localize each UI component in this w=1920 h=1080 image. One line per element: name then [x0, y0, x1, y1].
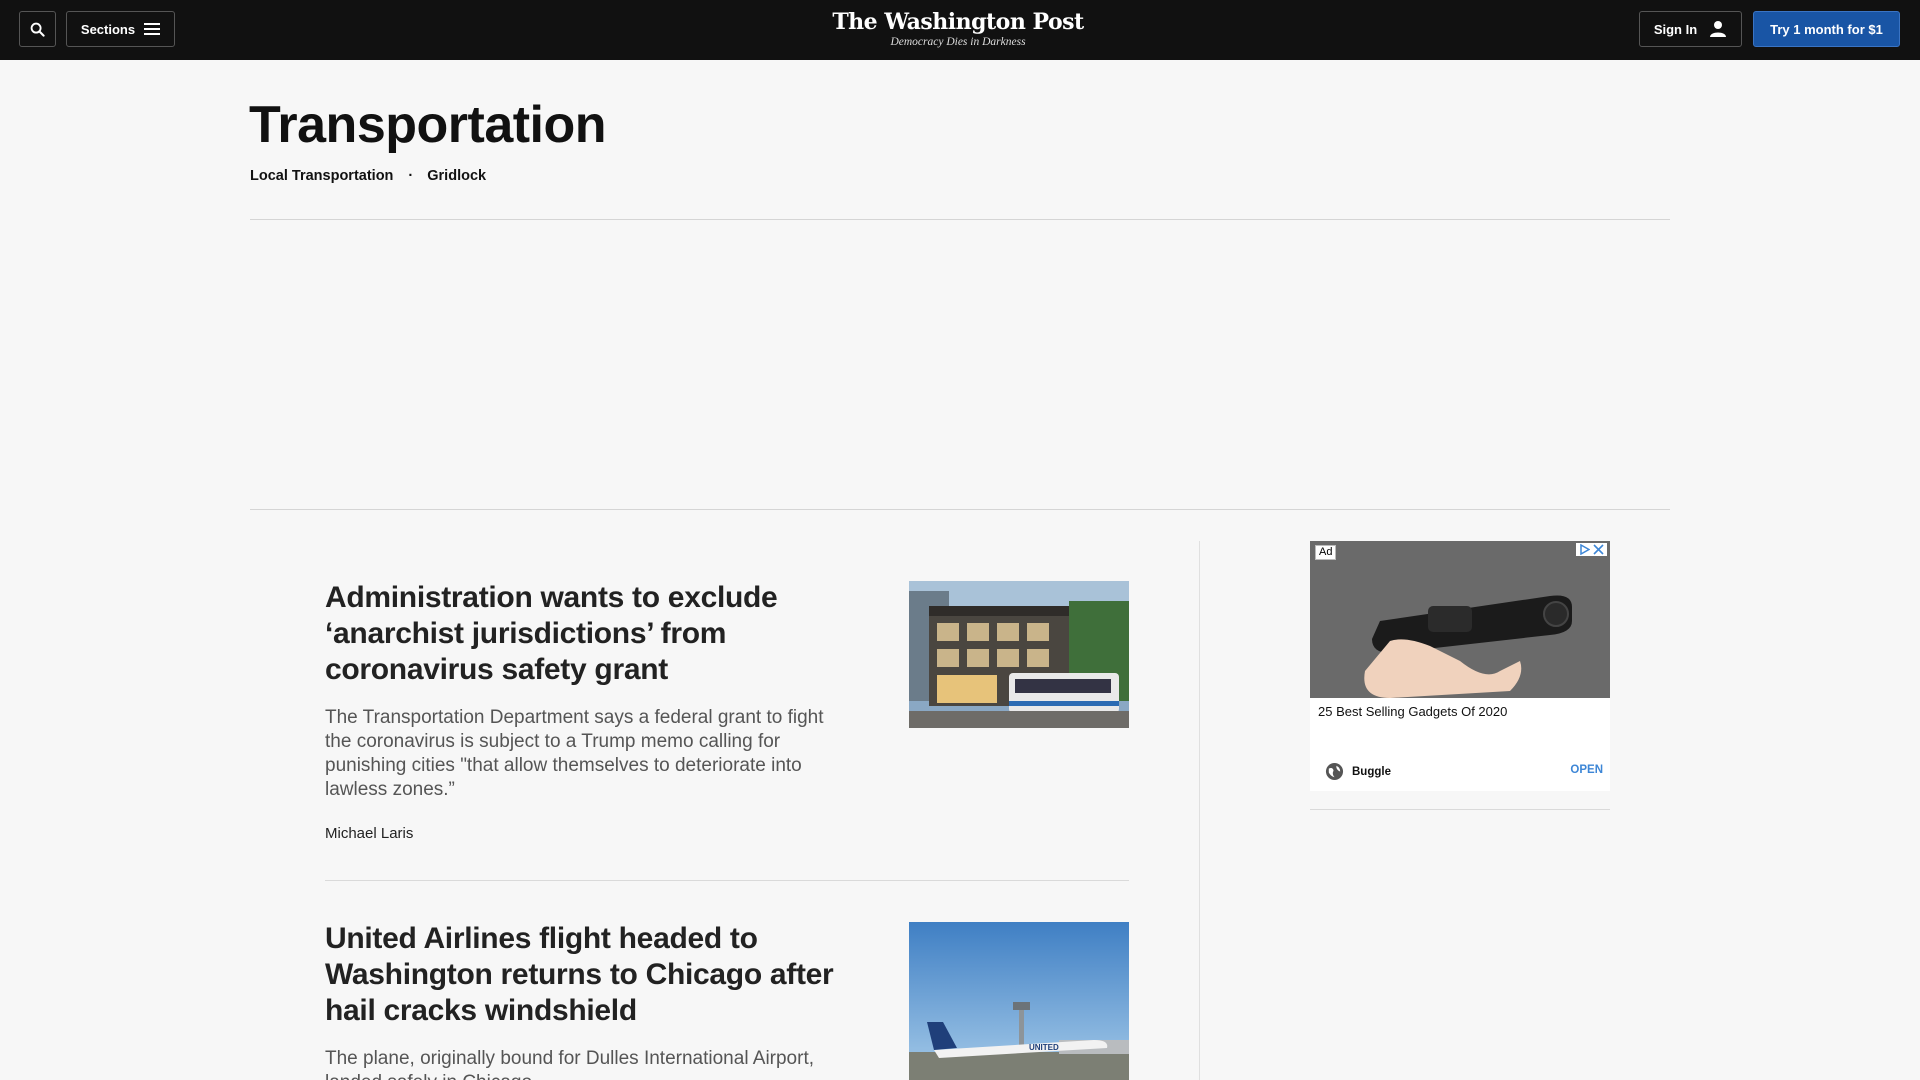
article-headline[interactable]: United Airlines flight headed to Washing…	[325, 921, 845, 1029]
column-divider	[1199, 541, 1200, 1080]
subscribe-button[interactable]: Try 1 month for $1	[1753, 11, 1900, 47]
sign-in-button[interactable]: Sign In	[1639, 11, 1742, 47]
ad-bottom-divider	[1310, 809, 1610, 810]
ad-choices-icon[interactable]	[1579, 544, 1590, 555]
ad-source-name: Buggle	[1352, 765, 1391, 778]
article-headline[interactable]: Administration wants to exclude ‘anarchi…	[325, 580, 845, 688]
ad-title[interactable]: 25 Best Selling Gadgets Of 2020	[1318, 704, 1507, 719]
united-airplane-airport-photo: UNITED	[909, 922, 1129, 1080]
user-icon	[1710, 21, 1727, 37]
ad-slot-divider	[250, 509, 1670, 510]
ad-choices[interactable]	[1576, 543, 1607, 556]
site-logo[interactable]: The Washington Post Democracy Dies in Da…	[820, 9, 1096, 49]
gadget-product-photo	[1310, 541, 1610, 698]
logo-tagline: Democracy Dies in Darkness	[890, 36, 1026, 48]
article-divider	[325, 880, 1129, 881]
close-icon[interactable]	[1593, 544, 1604, 555]
light-rail-train-street-photo	[909, 581, 1129, 728]
subnav-local-transportation[interactable]: Local Transportation	[250, 168, 393, 184]
ad-image[interactable]: Ad	[1310, 541, 1610, 698]
article-blurb: The plane, originally bound for Dulles I…	[325, 1048, 815, 1080]
search-button[interactable]	[19, 11, 56, 47]
sign-in-label: Sign In	[1653, 21, 1698, 37]
article-blurb: The Transportation Department says a fed…	[325, 707, 824, 800]
page-title: Transportation	[249, 96, 607, 154]
search-icon	[30, 22, 45, 37]
sections-label: Sections	[80, 21, 136, 37]
article-thumbnail[interactable]: UNITED	[909, 922, 1129, 1080]
article-thumbnail[interactable]	[909, 581, 1129, 728]
aircraft-livery-text: UNITED	[1029, 1043, 1059, 1052]
section-subnav: Local Transportation · Gridlock	[250, 168, 486, 184]
advertisement[interactable]: Ad 25 Best Selling Gadgets Of 2020 Buggl…	[1310, 541, 1610, 791]
header-divider	[250, 219, 1670, 220]
sections-menu-button[interactable]: Sections	[66, 11, 175, 47]
hamburger-menu-icon	[144, 23, 161, 35]
ad-source: Buggle	[1325, 762, 1391, 781]
ad-badge: Ad	[1315, 545, 1337, 560]
ad-open-button[interactable]: OPEN	[1570, 764, 1603, 776]
logo-wordmark: The Washington Post	[832, 9, 1084, 35]
top-navigation-bar: Sections The Washington Post Democracy D…	[0, 0, 1920, 60]
article-byline[interactable]: Michael Laris	[325, 825, 413, 842]
subnav-separator: ·	[408, 168, 414, 184]
globe-icon	[1325, 762, 1344, 781]
subnav-gridlock[interactable]: Gridlock	[427, 168, 486, 184]
